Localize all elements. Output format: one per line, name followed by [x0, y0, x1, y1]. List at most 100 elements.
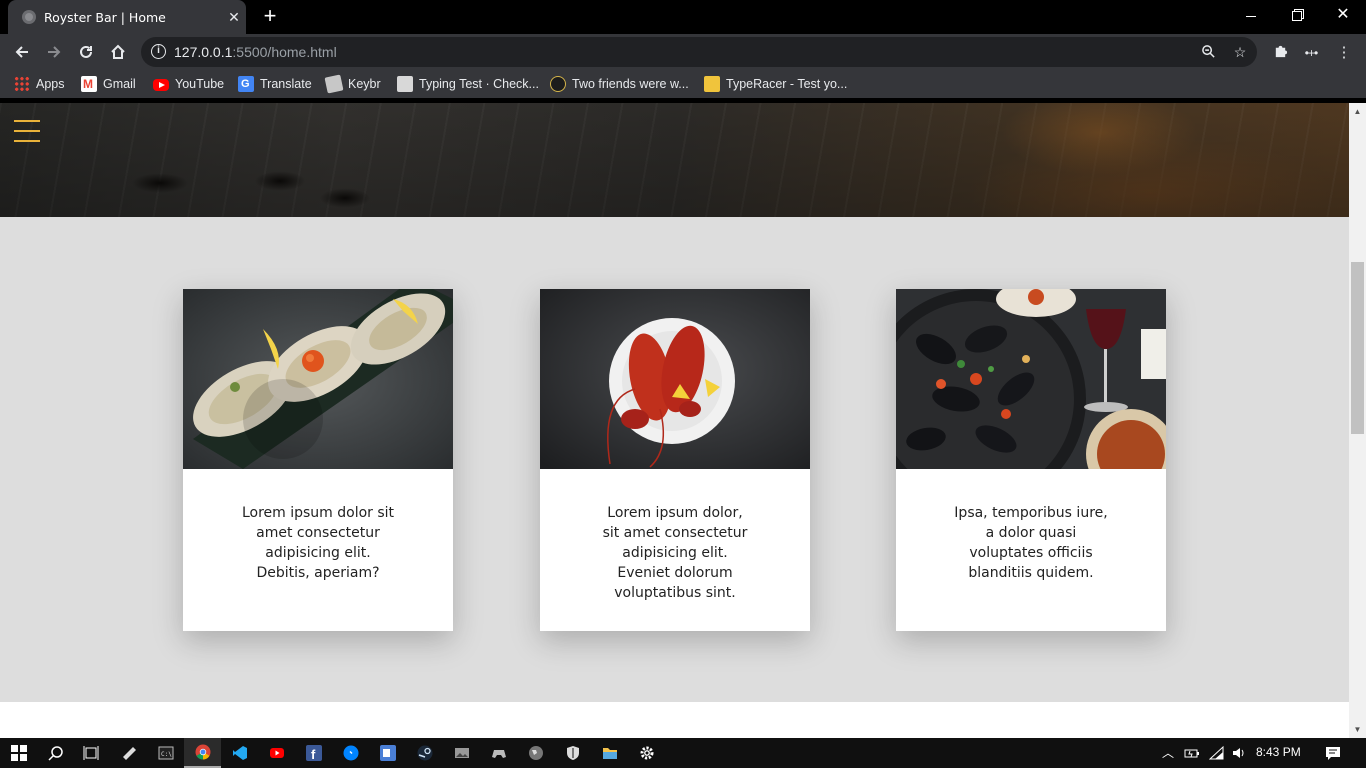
- taskbar-app-file-explorer[interactable]: [591, 738, 628, 768]
- start-button[interactable]: [0, 738, 37, 768]
- minimize-button[interactable]: [1228, 0, 1274, 30]
- browser-tab[interactable]: Royster Bar | Home ✕: [8, 0, 246, 34]
- bookmark-label: YouTube: [175, 77, 225, 91]
- extensions-puzzle-icon[interactable]: [1270, 43, 1290, 63]
- messenger-icon: [343, 745, 358, 761]
- snipping-tool-icon: [122, 747, 136, 760]
- browser-toolbar: i 127.0.0.1:5500/home.html ☆ •+• ⋮: [0, 34, 1366, 70]
- scroll-up-arrow-icon[interactable]: ▲: [1349, 103, 1366, 120]
- svg-text:C:\: C:\: [161, 751, 172, 758]
- keybr-icon: [324, 74, 344, 94]
- tray-overflow-chevron-icon[interactable]: ︿: [1160, 745, 1176, 761]
- scroll-thumb[interactable]: [1351, 262, 1364, 434]
- back-button[interactable]: [8, 38, 36, 66]
- back-arrow-icon: [15, 46, 28, 58]
- zoom-icon[interactable]: [1197, 41, 1219, 63]
- bookmarks-bar: Apps Gmail YouTube Translate Keybr Typin…: [0, 70, 1366, 98]
- taskbar-clock[interactable]: 8:43 PM: [1256, 745, 1301, 759]
- bookmark-label: Keybr: [348, 77, 381, 91]
- facebook-icon: f: [305, 745, 322, 761]
- taskbar-app-photos[interactable]: [443, 738, 480, 768]
- scroll-down-arrow-icon[interactable]: ▼: [1349, 721, 1366, 738]
- menu-kebab-icon[interactable]: ⋮: [1334, 43, 1354, 63]
- new-tab-button[interactable]: +: [258, 5, 282, 29]
- gmail-icon: [81, 76, 97, 92]
- taskbar-app-controller[interactable]: [480, 738, 517, 768]
- lobster-photo: [540, 289, 810, 469]
- taskbar-app-youtube[interactable]: [258, 738, 295, 768]
- taskbar-app-terminal[interactable]: C:\: [147, 738, 184, 768]
- taskbar-app-chrome[interactable]: [184, 738, 221, 768]
- bookmark-keybr[interactable]: Keybr: [324, 74, 381, 94]
- hamburger-menu-icon[interactable]: [14, 120, 40, 142]
- bookmark-label: Translate: [260, 77, 312, 91]
- taskbar-app-outlook[interactable]: [369, 738, 406, 768]
- menu-card: Lorem ipsum dolor sit amet consectetur a…: [183, 289, 453, 631]
- photos-icon: [454, 748, 469, 758]
- taskbar-app-globe[interactable]: [517, 738, 554, 768]
- site-info-icon[interactable]: i: [151, 44, 166, 59]
- notification-center-icon[interactable]: [1325, 745, 1341, 761]
- search-button[interactable]: [37, 738, 74, 768]
- mussels-photo: [896, 289, 1166, 469]
- globe-favicon-icon: [22, 10, 36, 24]
- globe-icon: [528, 746, 543, 760]
- bookmark-typeracer[interactable]: TypeRacer - Test yo...: [704, 75, 847, 93]
- bookmark-label: TypeRacer - Test yo...: [726, 77, 848, 91]
- terminal-icon: C:\: [158, 746, 173, 760]
- bookmark-label: Two friends were w...: [572, 77, 689, 91]
- address-bar[interactable]: i 127.0.0.1:5500/home.html ☆: [141, 37, 1257, 67]
- forward-button[interactable]: [40, 38, 68, 66]
- windows-taskbar: C:\ f ︿ 8:43 PM: [0, 738, 1366, 768]
- volume-icon[interactable]: [1231, 745, 1247, 761]
- browser-tab-strip: Royster Bar | Home ✕ + ✕: [0, 0, 1366, 34]
- outlook-icon: [379, 745, 396, 761]
- close-tab-icon[interactable]: ✕: [226, 7, 242, 27]
- taskbar-app-messenger[interactable]: [332, 738, 369, 768]
- bookmark-translate[interactable]: Translate: [238, 75, 312, 93]
- home-button[interactable]: [104, 38, 132, 66]
- translate-icon: [238, 76, 254, 92]
- shield-icon: [566, 746, 579, 760]
- wifi-icon[interactable]: [1208, 745, 1225, 761]
- extension-dots-icon[interactable]: •+•: [1301, 43, 1321, 63]
- page-scrollbar[interactable]: ▲ ▼: [1349, 103, 1366, 738]
- oysters-photo: [183, 289, 453, 469]
- taskbar-app-tool[interactable]: [110, 738, 147, 768]
- reload-icon: [80, 45, 92, 58]
- url-path: :5500/home.html: [232, 44, 337, 60]
- menu-card: Lorem ipsum dolor, sit amet consectetur …: [540, 289, 810, 631]
- youtube-icon: [153, 79, 169, 91]
- bookmark-label: Gmail: [103, 77, 136, 91]
- taskbar-app-settings[interactable]: [628, 738, 665, 768]
- windows-logo-icon: [10, 745, 27, 761]
- menu-card: Ipsa, temporibus iure, a dolor quasi vol…: [896, 289, 1166, 631]
- bookmark-apps[interactable]: Apps: [14, 75, 65, 93]
- search-icon: [47, 746, 63, 761]
- bookmark-star-icon[interactable]: ☆: [1229, 41, 1251, 63]
- close-window-button[interactable]: ✕: [1320, 0, 1366, 30]
- taskbar-app-security[interactable]: [554, 738, 591, 768]
- apps-grid-icon: [14, 76, 30, 92]
- bookmark-two-friends[interactable]: Two friends were w...: [550, 75, 689, 93]
- url-host: 127.0.0.1: [174, 44, 233, 60]
- card-description: Lorem ipsum dolor, sit amet consectetur …: [602, 505, 748, 601]
- bookmark-gmail[interactable]: Gmail: [81, 75, 136, 93]
- gear-icon: [640, 746, 653, 760]
- task-view-button[interactable]: [72, 738, 109, 768]
- battery-icon[interactable]: [1184, 745, 1200, 761]
- taskbar-app-steam[interactable]: [406, 738, 443, 768]
- typing-test-icon: [397, 76, 413, 92]
- taskbar-app-vscode[interactable]: [221, 738, 258, 768]
- reload-button[interactable]: [72, 38, 100, 66]
- tab-title: Royster Bar | Home: [44, 10, 166, 25]
- bookmark-typing-test[interactable]: Typing Test · Check...: [397, 75, 539, 93]
- taskbar-app-facebook[interactable]: f: [295, 738, 332, 768]
- forward-arrow-icon: [48, 46, 61, 58]
- task-view-icon: [83, 746, 98, 760]
- steam-icon: [417, 745, 432, 761]
- bookmark-youtube[interactable]: YouTube: [153, 75, 224, 93]
- url-text[interactable]: 127.0.0.1:5500/home.html: [174, 44, 337, 60]
- card-description: Ipsa, temporibus iure, a dolor quasi vol…: [954, 505, 1108, 581]
- restore-button[interactable]: [1274, 0, 1320, 30]
